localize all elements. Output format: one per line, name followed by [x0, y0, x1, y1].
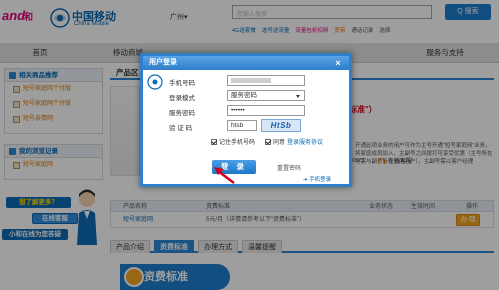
- china-mobile-logo-icon: [147, 74, 163, 90]
- captcha-field[interactable]: htsb: [227, 120, 257, 131]
- pointer-arrow-icon: [214, 167, 235, 184]
- captcha-label: 验 证 码: [169, 125, 193, 132]
- remember-label: 记住手机号码: [219, 140, 256, 146]
- dialog-title: 用户登录: [143, 56, 349, 70]
- chevron-down-icon: [296, 95, 300, 98]
- mobile-login-link[interactable]: ➔ 手机登录: [303, 175, 331, 183]
- login-dialog: 用户登录 × 手机号码 登录模式 服务密码 服务密码 •••••• 验 证 码 …: [140, 53, 352, 187]
- phone-label: 手机号码: [169, 80, 195, 87]
- remember-row: 记住手机号码 同意 登录服务协议: [211, 137, 323, 146]
- close-icon[interactable]: ×: [333, 58, 343, 68]
- service-password-label: 服务密码: [169, 110, 195, 117]
- login-mode-select[interactable]: 服务密码: [227, 90, 305, 101]
- agree-checkbox[interactable]: [265, 138, 272, 145]
- masked-phone: [231, 77, 271, 83]
- remember-checkbox[interactable]: [211, 138, 217, 145]
- agree-label: 同意: [273, 140, 286, 146]
- reset-password-link[interactable]: 重置密码: [277, 163, 301, 172]
- captcha-image[interactable]: HtSb: [261, 119, 301, 132]
- phone-field[interactable]: [227, 75, 305, 86]
- login-mode-label: 登录模式: [169, 95, 195, 102]
- agreement-link[interactable]: 登录服务协议: [287, 137, 323, 146]
- service-password-field[interactable]: ••••••: [227, 105, 305, 116]
